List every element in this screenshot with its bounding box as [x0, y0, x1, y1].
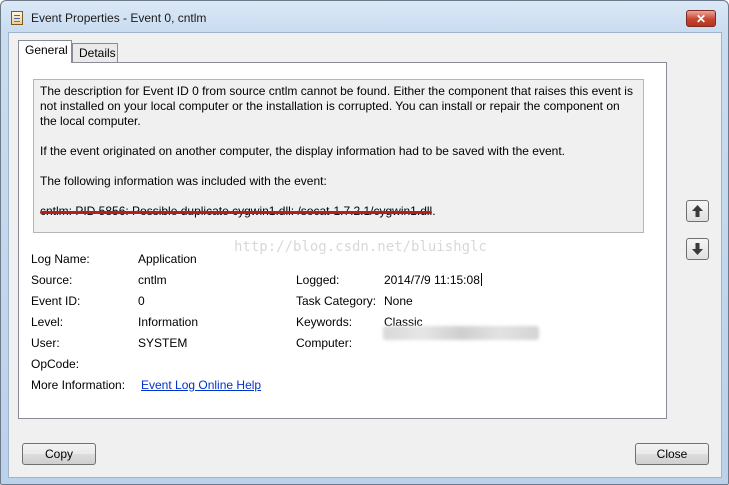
- event-properties-window: Event Properties - Event 0, cntlm ✕ Gene…: [0, 0, 729, 485]
- title-bar[interactable]: Event Properties - Event 0, cntlm ✕: [1, 1, 728, 33]
- log-name-label: Log Name:: [31, 252, 90, 266]
- red-underline-annotation: [40, 211, 432, 214]
- user-value: SYSTEM: [138, 336, 188, 350]
- level-label: Level:: [31, 315, 64, 329]
- description-paragraph: The following information was included w…: [40, 174, 327, 188]
- tab-general[interactable]: General: [18, 40, 72, 63]
- task-category-label: Task Category:: [296, 294, 377, 308]
- computer-label: Computer:: [296, 336, 353, 350]
- tab-details[interactable]: Details: [72, 43, 118, 63]
- watermark-text: http://blog.csdn.net/bluishglc: [234, 239, 487, 255]
- event-viewer-icon: [11, 11, 23, 25]
- event-log-online-help-link[interactable]: Event Log Online Help: [141, 378, 261, 392]
- log-name-value: Application: [138, 252, 197, 266]
- more-information-label: More Information:: [31, 378, 126, 392]
- window-close-button[interactable]: ✕: [686, 10, 716, 27]
- event-description-box[interactable]: The description for Event ID 0 from sour…: [33, 79, 644, 233]
- arrow-down-icon: [692, 243, 703, 255]
- copy-button[interactable]: Copy: [22, 443, 96, 465]
- task-category-value: None: [384, 294, 413, 308]
- source-value: cntlm: [138, 273, 167, 287]
- description-paragraph: The description for Event ID 0 from sour…: [40, 84, 633, 128]
- logged-label: Logged:: [296, 273, 340, 287]
- event-id-label: Event ID:: [31, 294, 81, 308]
- event-id-value: 0: [138, 294, 145, 308]
- keywords-label: Keywords:: [296, 315, 353, 329]
- level-value: Information: [138, 315, 199, 329]
- previous-event-button[interactable]: [686, 200, 709, 222]
- source-label: Source:: [31, 273, 73, 287]
- next-event-button[interactable]: [686, 238, 709, 260]
- close-button[interactable]: Close: [635, 443, 709, 465]
- opcode-label: OpCode:: [31, 357, 80, 371]
- dialog-client-area: General Details The description for Even…: [8, 32, 722, 478]
- description-paragraph: If the event originated on another compu…: [40, 144, 565, 158]
- general-tab-panel: The description for Event ID 0 from sour…: [18, 62, 667, 419]
- computer-value-redacted: [383, 326, 539, 340]
- logged-value[interactable]: 2014/7/9 11:15:08: [384, 273, 482, 287]
- user-label: User:: [31, 336, 60, 350]
- arrow-up-icon: [692, 205, 703, 217]
- window-title: Event Properties - Event 0, cntlm: [31, 11, 207, 25]
